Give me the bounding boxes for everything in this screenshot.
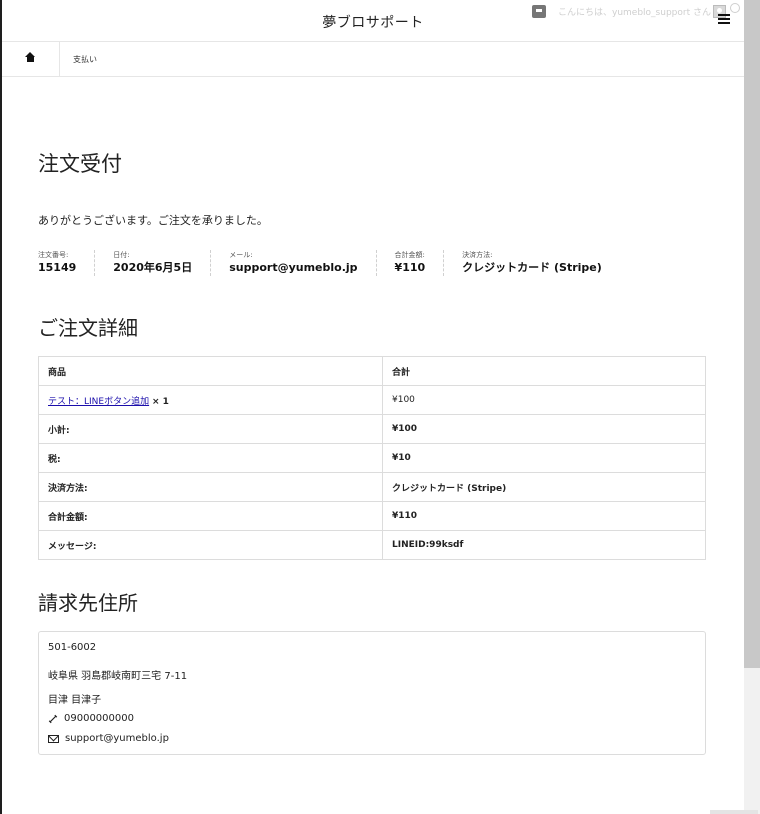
breadcrumb-home[interactable] [2, 42, 60, 76]
product-cell: テスト：LINEボタン追加 × 1 [38, 385, 383, 415]
overview-label: 合計金額: [394, 251, 425, 259]
email-icon [48, 734, 59, 743]
address-phone: 09000000000 [64, 713, 134, 724]
table-row: 決済方法: クレジットカード (Stripe) [38, 472, 706, 502]
billing-address: 501-6002 岐阜県 羽島郡岐南町三宅 7-11 目津 目津子 090000… [38, 631, 706, 755]
product-total: ¥100 [382, 385, 706, 415]
product-link[interactable]: テスト：LINEボタン追加 [48, 397, 149, 407]
address-line: 岐阜県 羽島郡岐南町三宅 7-11 [48, 671, 188, 682]
overview-order-number: 注文番号: 15149 [38, 250, 96, 276]
table-row: 小計: ¥100 [38, 414, 706, 444]
billing-address-title: 請求先住所 [38, 591, 138, 615]
page-title: 注文受付 [38, 152, 122, 176]
overview-label: メール: [229, 251, 253, 259]
admin-greeting[interactable]: こんにちは、yumeblo_support さん [558, 5, 711, 18]
breadcrumb: 支払い [2, 42, 744, 77]
hamburger-menu-icon[interactable] [718, 14, 730, 24]
overview-value: 2020年6月5日 [113, 261, 193, 274]
row-value: ¥10 [382, 443, 706, 473]
row-value: ¥100 [382, 414, 706, 444]
address-phone-row: 09000000000 [48, 713, 134, 724]
row-value: ¥110 [382, 501, 706, 531]
vertical-scrollbar[interactable] [744, 0, 760, 814]
overview-label: 決済方法: [462, 251, 493, 259]
thanks-message: ありがとうございます。ご注文を承りました。 [38, 214, 268, 227]
address-email-row: support@yumeblo.jp [48, 733, 169, 744]
overview-total: 合計金額: ¥110 [395, 250, 445, 276]
row-label: 決済方法: [38, 472, 383, 502]
home-icon [25, 51, 35, 64]
table-row: メッセージ: LINEID:99ksdf [38, 530, 706, 560]
breadcrumb-current: 支払い [73, 54, 97, 64]
overview-label: 日付: [113, 251, 130, 259]
overview-payment-method: 決済方法: クレジットカード (Stripe) [462, 250, 620, 276]
address-postcode: 501-6002 [48, 642, 97, 653]
product-quantity: × 1 [151, 396, 169, 407]
address-name: 目津 目津子 [48, 695, 102, 706]
table-row: 税: ¥10 [38, 443, 706, 473]
overview-value: ¥110 [394, 261, 426, 274]
site-header: 夢ブロサポート こんにちは、yumeblo_support さん [2, 0, 744, 42]
order-details-title: ご注文詳細 [38, 316, 138, 340]
scrollbar-thumb[interactable] [744, 0, 760, 668]
comment-icon[interactable] [532, 4, 546, 18]
admin-bar: こんにちは、yumeblo_support さん [532, 3, 726, 19]
table-row: テスト：LINEボタン追加 × 1 ¥100 [38, 385, 706, 415]
row-value: クレジットカード (Stripe) [382, 472, 706, 502]
overview-value: クレジットカード (Stripe) [462, 261, 602, 274]
row-label: 小計: [38, 414, 383, 444]
overview-date: 日付: 2020年6月5日 [113, 250, 212, 276]
row-value: LINEID:99ksdf [382, 530, 706, 560]
overview-value: support@yumeblo.jp [229, 261, 358, 274]
window-left-edge [0, 0, 2, 814]
phone-icon [48, 714, 58, 723]
row-label: 合計金額: [38, 501, 383, 531]
order-details-table: 商品 合計 テスト：LINEボタン追加 × 1 ¥100 小計: ¥100 税:… [38, 356, 706, 560]
search-icon[interactable] [730, 3, 740, 13]
row-label: メッセージ: [38, 530, 383, 560]
column-header-product: 商品 [38, 356, 383, 386]
overview-email: メール: support@yumeblo.jp [229, 250, 377, 276]
table-row: 合計金額: ¥110 [38, 501, 706, 531]
order-overview: 注文番号: 15149 日付: 2020年6月5日 メール: support@y… [38, 250, 638, 276]
row-label: 税: [38, 443, 383, 473]
overview-value: 15149 [38, 261, 77, 274]
recaptcha-badge [710, 810, 758, 814]
address-email: support@yumeblo.jp [65, 733, 169, 744]
overview-label: 注文番号: [38, 251, 69, 259]
column-header-total: 合計 [382, 356, 706, 386]
table-header-row: 商品 合計 [38, 356, 706, 386]
